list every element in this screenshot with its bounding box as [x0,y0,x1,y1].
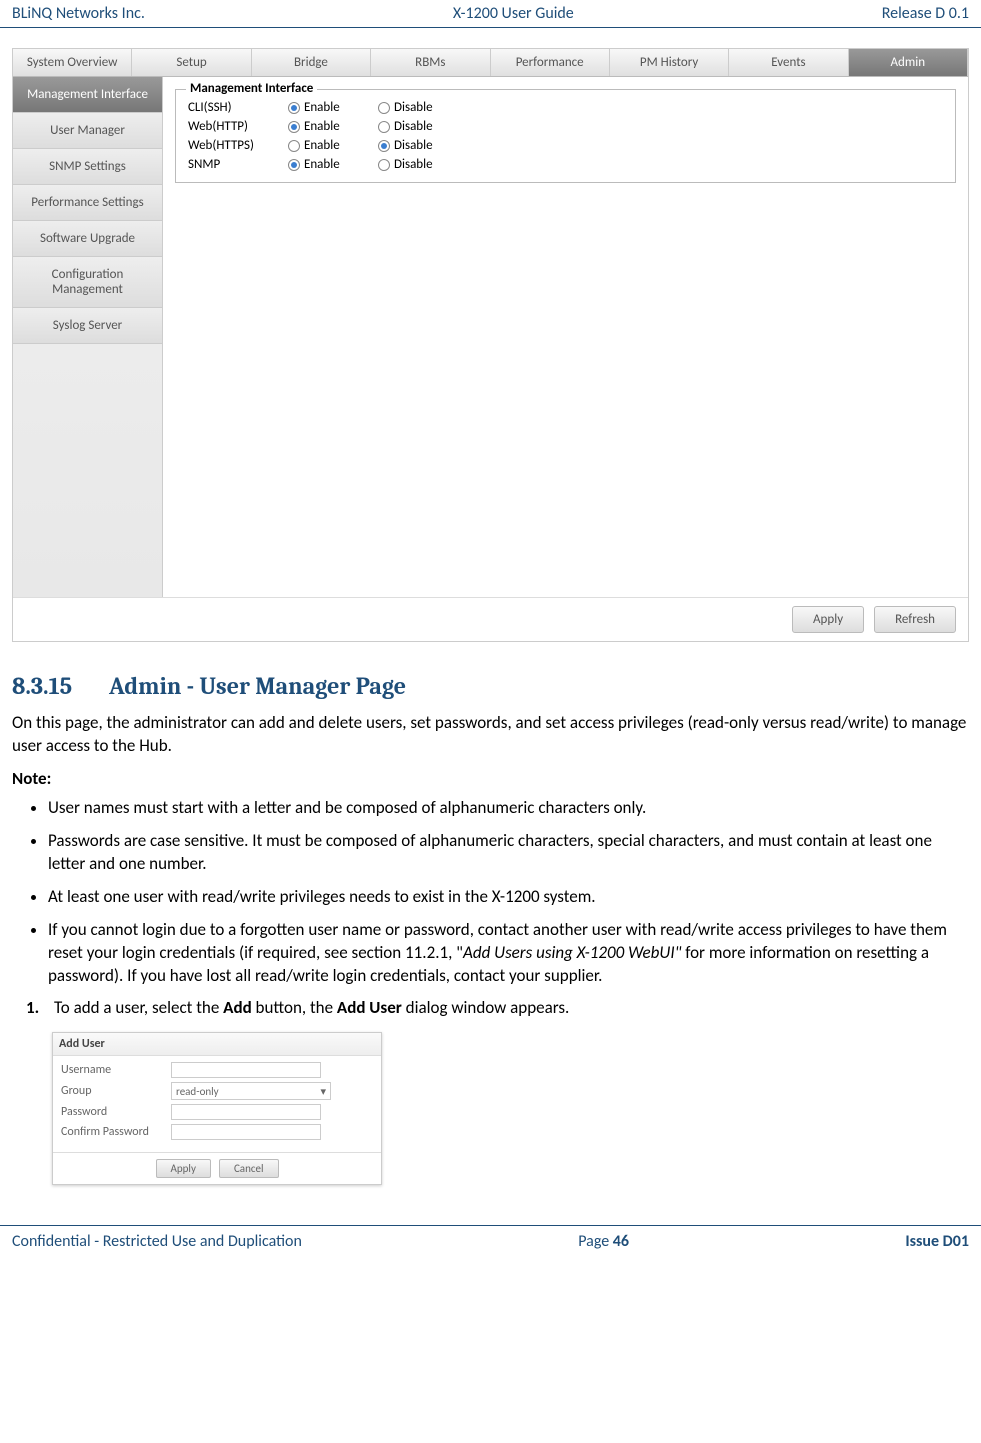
section-number: 8.3.15 [12,672,72,700]
username-input[interactable] [171,1062,321,1078]
refresh-button[interactable]: Refresh [874,606,956,633]
step-number: 1. [26,997,54,1020]
step-1: 1. To add a user, select the Add button,… [12,997,969,1020]
group-label: Group [61,1084,171,1098]
chevron-down-icon: ▾ [320,1085,326,1098]
sidebar-item-syslog-server[interactable]: Syslog Server [13,308,162,344]
password-label: Password [61,1105,171,1119]
enable-radio[interactable]: Enable [288,138,378,153]
top-tab-rbms[interactable]: RBMs [371,49,490,76]
sidebar-item-user-manager[interactable]: User Manager [13,113,162,149]
note-item: User names must start with a letter and … [48,797,969,820]
dialog-title: Add User [53,1033,381,1056]
disable-radio[interactable]: Disable [378,100,468,115]
top-tabs: System OverviewSetupBridgeRBMsPerformanc… [13,49,968,77]
config-row: Web(HTTP)EnableDisable [188,117,943,136]
notes-list: User names must start with a letter and … [12,797,969,988]
config-panel: Management Interface CLI(SSH)EnableDisab… [163,77,968,597]
dialog-row-password: Password [61,1102,373,1122]
note-item: If you cannot login due to a forgotten u… [48,919,969,988]
username-label: Username [61,1063,171,1077]
enable-radio[interactable]: Enable [288,119,378,134]
disable-radio[interactable]: Disable [378,119,468,134]
button-row: Apply Refresh [13,597,968,641]
footer-left: Confidential - Restricted Use and Duplic… [12,1232,302,1251]
confirm-label: Confirm Password [61,1125,171,1139]
config-label: CLI(SSH) [188,100,288,115]
confirm-input[interactable] [171,1124,321,1140]
add-user-dialog: Add User Username Group read-only ▾ Pass… [52,1032,382,1185]
config-label: Web(HTTP) [188,119,288,134]
page-footer: Confidential - Restricted Use and Duplic… [0,1225,981,1257]
apply-button[interactable]: Apply [792,606,864,633]
footer-center: Page 46 [578,1232,629,1251]
section-title: Admin - User Manager Page [109,672,406,700]
password-input[interactable] [171,1104,321,1120]
config-label: Web(HTTPS) [188,138,288,153]
fieldset-legend: Management Interface [186,81,317,96]
sidebar-item-performance-settings[interactable]: Performance Settings [13,185,162,221]
top-tab-events[interactable]: Events [729,49,848,76]
sidebar-item-management-interface[interactable]: Management Interface [13,77,162,113]
page-header: BLiNQ Networks Inc. X-1200 User Guide Re… [0,0,981,28]
management-interface-fieldset: Management Interface CLI(SSH)EnableDisab… [175,89,956,183]
dialog-apply-button[interactable]: Apply [156,1159,211,1178]
dialog-row-group: Group read-only ▾ [61,1080,373,1102]
step-text: To add a user, select the Add button, th… [54,997,569,1020]
enable-radio[interactable]: Enable [288,100,378,115]
disable-radio[interactable]: Disable [378,138,468,153]
top-tab-setup[interactable]: Setup [132,49,251,76]
top-tab-pm-history[interactable]: PM History [610,49,729,76]
note-label: Note: [12,768,969,789]
sidebar-item-snmp-settings[interactable]: SNMP Settings [13,149,162,185]
intro-text: On this page, the administrator can add … [12,712,969,758]
dialog-cancel-button[interactable]: Cancel [219,1159,279,1178]
note-item: Passwords are case sensitive. It must be… [48,830,969,876]
top-tab-bridge[interactable]: Bridge [252,49,371,76]
admin-sidebar: Management InterfaceUser ManagerSNMP Set… [13,77,163,597]
config-label: SNMP [188,157,288,172]
dialog-row-username: Username [61,1060,373,1080]
group-select[interactable]: read-only ▾ [171,1082,331,1100]
config-row: Web(HTTPS)EnableDisable [188,136,943,155]
enable-radio[interactable]: Enable [288,157,378,172]
top-tab-performance[interactable]: Performance [491,49,610,76]
disable-radio[interactable]: Disable [378,157,468,172]
section-heading: 8.3.15 Admin - User Manager Page [12,672,969,700]
sidebar-item-configuration-management[interactable]: Configuration Management [13,257,162,308]
dialog-row-confirm: Confirm Password [61,1122,373,1142]
top-tab-system-overview[interactable]: System Overview [13,49,132,76]
sidebar-item-software-upgrade[interactable]: Software Upgrade [13,221,162,257]
admin-screenshot: System OverviewSetupBridgeRBMsPerformanc… [12,48,969,642]
note-item: At least one user with read/write privil… [48,886,969,909]
config-row: SNMPEnableDisable [188,155,943,174]
top-tab-admin[interactable]: Admin [849,49,968,76]
config-row: CLI(SSH)EnableDisable [188,98,943,117]
header-left: BLiNQ Networks Inc. [12,4,145,23]
footer-right: Issue D01 [905,1232,969,1251]
header-center: X-1200 User Guide [453,4,574,23]
header-right: Release D 0.1 [882,4,969,23]
